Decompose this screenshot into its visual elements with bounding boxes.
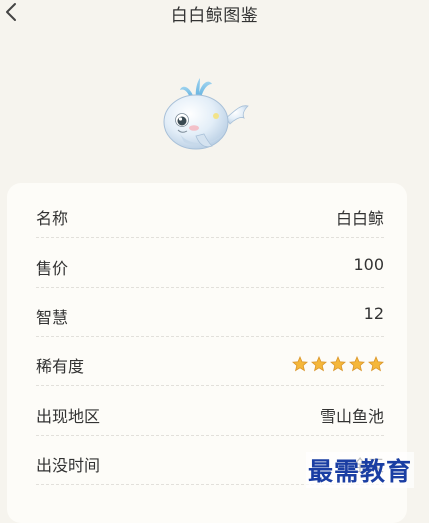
row-rarity: 稀有度 xyxy=(36,336,384,386)
row-name: 名称 白白鲸 xyxy=(36,188,384,238)
star-icon xyxy=(368,356,384,372)
row-price: 售价 100 xyxy=(36,238,384,288)
price-value: 100 xyxy=(353,255,384,274)
wisdom-label: 智慧 xyxy=(36,308,69,327)
region-value: 雪山鱼池 xyxy=(319,407,384,426)
star-icon xyxy=(292,356,308,372)
price-label: 售价 xyxy=(36,259,69,278)
watermark: 最需教育 xyxy=(306,452,415,488)
row-wisdom: 智慧 12 xyxy=(36,287,384,337)
rarity-label: 稀有度 xyxy=(36,357,85,376)
star-icon xyxy=(330,356,346,372)
page-title: 白白鲸图鉴 xyxy=(170,6,259,26)
name-label: 名称 xyxy=(36,209,69,228)
wisdom-value: 12 xyxy=(363,304,384,323)
time-label: 出没时间 xyxy=(36,456,101,475)
whale-illustration xyxy=(163,78,249,150)
star-icon xyxy=(311,356,327,372)
header: 白白鲸图鉴 xyxy=(0,0,429,28)
rarity-stars xyxy=(289,356,384,372)
star-icon xyxy=(349,356,365,372)
name-value: 白白鲸 xyxy=(335,209,384,228)
region-label: 出现地区 xyxy=(36,407,101,426)
row-region: 出现地区 雪山鱼池 xyxy=(36,386,384,436)
